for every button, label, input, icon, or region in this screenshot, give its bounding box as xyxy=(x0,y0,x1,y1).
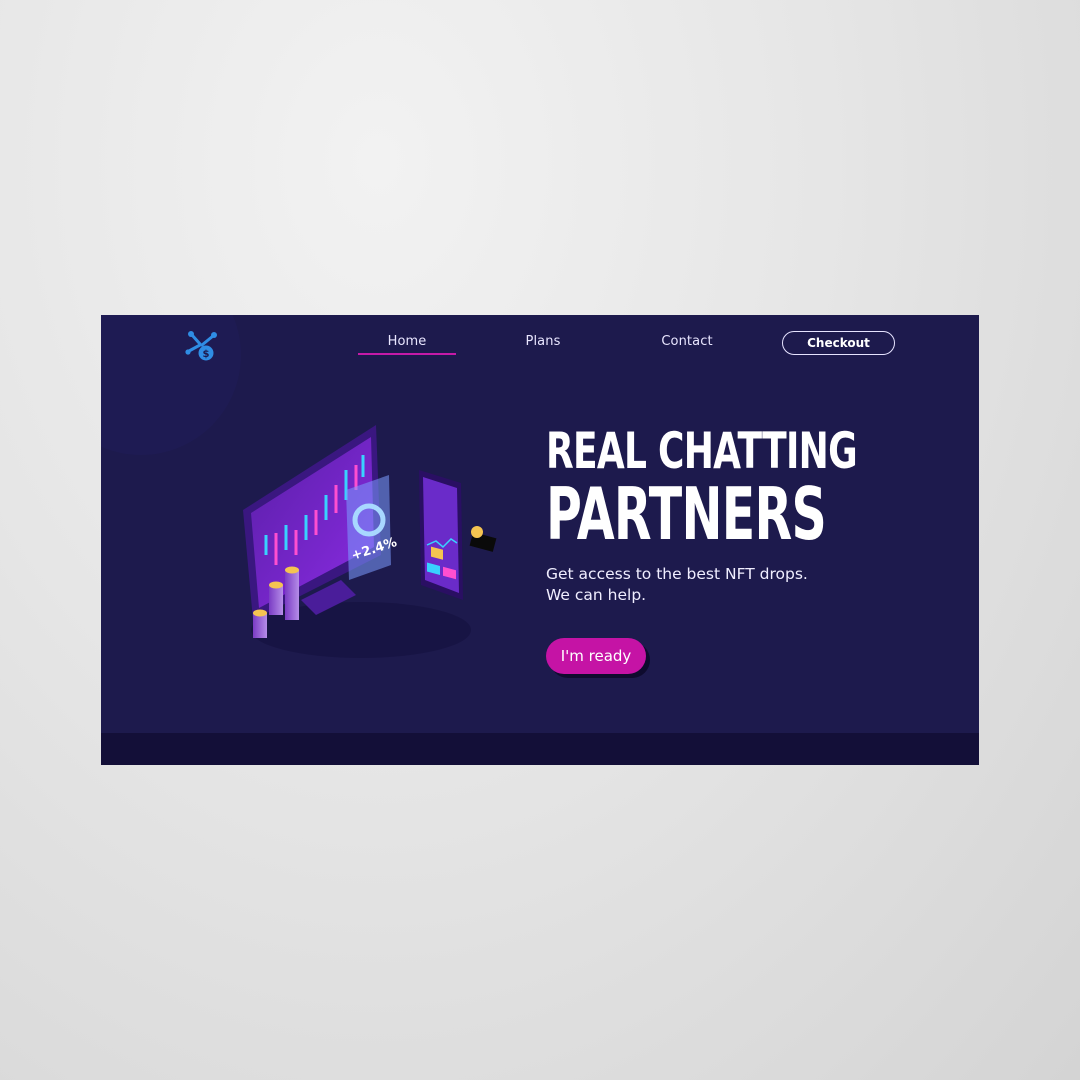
nav-active-indicator xyxy=(358,353,456,355)
headline-line-1: REAL CHATTING xyxy=(546,422,858,480)
network-dollar-icon[interactable]: $ xyxy=(185,329,219,363)
subtext-line-2: We can help. xyxy=(546,586,647,604)
nav-home-link[interactable]: Home xyxy=(358,334,456,349)
landing-page-window: $ Home Plans Contact Checkout +2.4% REAL… xyxy=(101,315,979,765)
hero-subtext: Get access to the best NFT drops. We can… xyxy=(546,564,808,606)
checkout-button[interactable]: Checkout xyxy=(782,331,895,355)
nav-contact-link[interactable]: Contact xyxy=(651,334,723,349)
headline-line-2: PARTNERS xyxy=(546,472,827,556)
hero-headline: REAL CHATTING PARTNERS xyxy=(546,426,978,550)
svg-text:$: $ xyxy=(203,349,210,360)
background-swoosh xyxy=(101,315,241,455)
footer-band xyxy=(101,733,979,765)
im-ready-button[interactable]: I'm ready xyxy=(546,638,646,674)
nav-plans-link[interactable]: Plans xyxy=(513,334,573,349)
trading-illustration: +2.4% xyxy=(243,425,497,658)
subtext-line-1: Get access to the best NFT drops. xyxy=(546,565,808,583)
